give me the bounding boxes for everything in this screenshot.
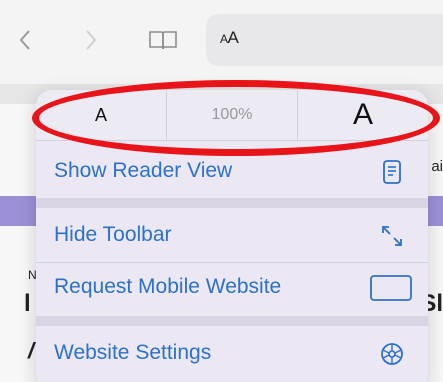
chevron-right-icon	[86, 30, 97, 50]
back-button[interactable]	[8, 22, 42, 58]
show-reader-view-item[interactable]: Show Reader View	[36, 146, 428, 196]
address-bar[interactable]: AA AA	[206, 14, 443, 66]
page-settings-popover: A 100% A Show Reader View Hide Toolbar R…	[36, 90, 428, 382]
bookmarks-button[interactable]	[146, 22, 180, 58]
decrease-font-size-button[interactable]: A	[36, 90, 167, 140]
menu-item-label: Show Reader View	[54, 159, 233, 182]
text-size-button[interactable]: AA AA	[220, 28, 239, 48]
small-a-glyph: A	[220, 32, 228, 46]
browser-toolbar: AA AA	[0, 0, 443, 85]
reader-view-icon	[378, 158, 406, 186]
page-text-fragment: /	[28, 338, 35, 363]
website-settings-item[interactable]: Website Settings	[36, 328, 428, 378]
resize-arrows-icon	[378, 222, 406, 250]
hide-toolbar-item[interactable]: Hide Toolbar	[36, 210, 428, 260]
page-text-fragment: l	[24, 290, 31, 317]
chevron-left-icon	[19, 30, 30, 50]
section-divider	[36, 198, 428, 208]
menu-item-label: Hide Toolbar	[54, 223, 172, 246]
menu-item-label: Request Mobile Website	[54, 275, 282, 298]
increase-font-size-button[interactable]: A	[298, 90, 428, 140]
menu-item-label: Website Settings	[54, 341, 212, 364]
section-divider	[36, 316, 428, 326]
gear-icon	[378, 340, 406, 368]
browser-window: AA AA ai N l / Sl A 100% A Show Reader V…	[0, 0, 443, 382]
page-text-fragment: ai	[431, 158, 443, 175]
large-a-glyph: A	[227, 28, 239, 47]
book-icon	[149, 31, 177, 50]
text-size-row: A 100% A	[36, 90, 428, 141]
request-mobile-website-item[interactable]: Request Mobile Website	[36, 262, 428, 312]
forward-button[interactable]	[74, 22, 108, 58]
zoom-level-indicator: 100%	[167, 90, 298, 140]
tablet-icon	[368, 274, 414, 302]
